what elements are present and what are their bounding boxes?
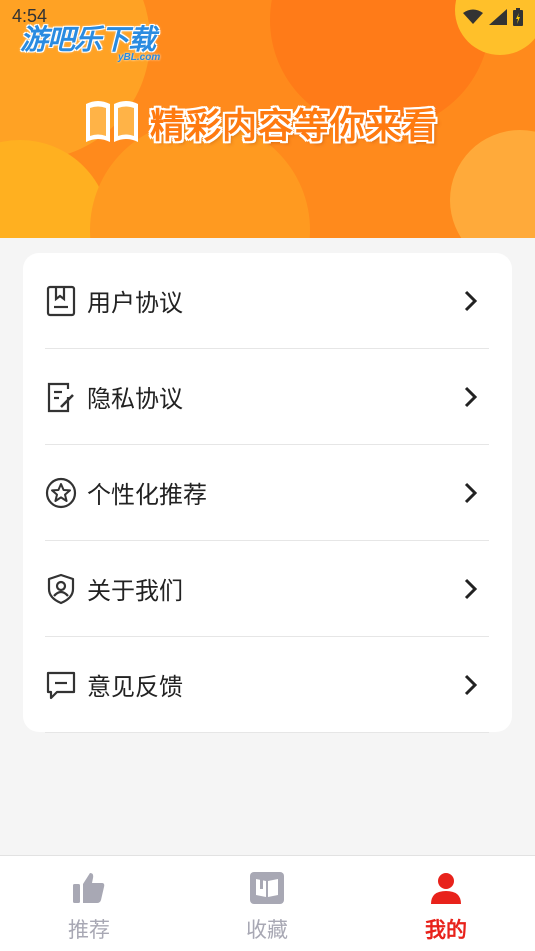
tab-label: 推荐 <box>68 918 110 942</box>
settings-menu: 用户协议 隐私协议 个性化推荐 关于我们 意见反馈 <box>23 253 512 733</box>
watermark-sub: yBL.com <box>118 52 161 63</box>
open-book-icon <box>86 101 138 142</box>
chevron-right-icon <box>464 578 478 600</box>
tab-recommend[interactable]: 推荐 <box>24 856 154 951</box>
chevron-right-icon <box>464 386 478 408</box>
tab-mine[interactable]: 我的 <box>381 856 511 951</box>
document-icon <box>45 285 77 317</box>
battery-icon <box>513 8 523 26</box>
edit-document-icon <box>45 381 77 413</box>
menu-item-label: 用户协议 <box>87 289 183 317</box>
user-icon <box>426 868 466 908</box>
tab-label: 收藏 <box>246 918 288 942</box>
banner-slogan: 精彩内容等你来看 <box>150 107 439 147</box>
status-icons <box>463 8 523 26</box>
thumbs-up-icon <box>69 868 109 908</box>
bottom-tab-bar: 推荐 收藏 我的 <box>0 855 535 951</box>
shield-user-icon <box>45 573 77 605</box>
menu-item-label: 个性化推荐 <box>87 481 207 509</box>
menu-item-about-us[interactable]: 关于我们 <box>45 541 489 637</box>
chevron-right-icon <box>464 482 478 504</box>
tab-favorites[interactable]: 收藏 <box>202 856 332 951</box>
menu-item-user-agreement[interactable]: 用户协议 <box>45 253 489 349</box>
menu-item-label: 关于我们 <box>87 577 183 605</box>
menu-item-label: 隐私协议 <box>87 385 183 413</box>
book-icon <box>247 868 287 908</box>
chevron-right-icon <box>464 290 478 312</box>
menu-item-personalized-recommend[interactable]: 个性化推荐 <box>45 445 489 541</box>
menu-item-privacy-policy[interactable]: 隐私协议 <box>45 349 489 445</box>
signal-icon <box>489 9 507 25</box>
tab-label: 我的 <box>425 918 467 942</box>
chevron-right-icon <box>464 674 478 696</box>
header-banner: 4:54 游吧乐下载 yBL.com 精彩内容等你来看 <box>0 0 535 238</box>
menu-item-feedback[interactable]: 意见反馈 <box>45 637 489 733</box>
star-circle-icon <box>45 477 77 509</box>
message-icon <box>45 669 77 701</box>
menu-item-label: 意见反馈 <box>87 673 183 701</box>
wifi-icon <box>463 9 483 24</box>
